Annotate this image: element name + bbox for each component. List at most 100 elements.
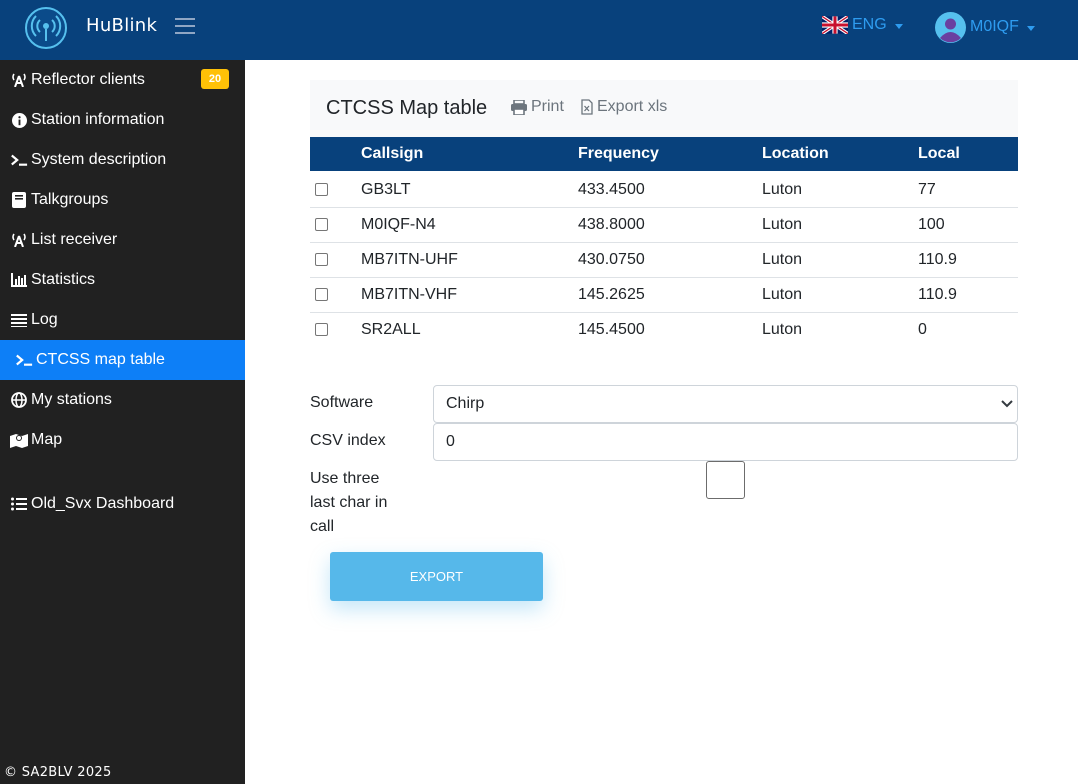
top-navbar: HuBlink ENG M0IQF xyxy=(0,0,1078,60)
cell-location: Luton xyxy=(762,215,803,233)
cell-location: Luton xyxy=(762,250,803,268)
software-label: Software xyxy=(310,394,374,411)
column-header-location[interactable]: Location xyxy=(762,137,918,172)
csv-index-input[interactable]: 0 xyxy=(433,423,1018,461)
sidebar-item-station-information[interactable]: Station information xyxy=(0,100,245,140)
sidebar-item-statistics[interactable]: Statistics xyxy=(0,260,245,300)
export-button[interactable]: EXPORT xyxy=(330,552,543,601)
sidebar-item-label: Log xyxy=(31,311,58,328)
column-header-frequency[interactable]: Frequency xyxy=(578,137,762,172)
table-row: MB7ITN-UHF 430.0750 Luton 110.9 xyxy=(310,242,1018,277)
print-label: Print xyxy=(531,98,564,115)
cell-callsign: M0IQF-N4 xyxy=(361,215,436,233)
sidebar-item-map[interactable]: Map xyxy=(0,420,245,460)
cell-local: 110.9 xyxy=(918,250,957,268)
sidebar-item-my-stations[interactable]: My stations xyxy=(0,380,245,420)
user-dropdown[interactable]: M0IQF xyxy=(935,11,1035,43)
cell-local: 0 xyxy=(918,320,927,338)
language-dropdown[interactable]: ENG xyxy=(822,14,903,36)
cell-callsign: SR2ALL xyxy=(361,320,421,338)
software-select[interactable]: Chirp xyxy=(433,385,1018,423)
row-checkbox[interactable] xyxy=(315,218,328,231)
menu-toggle-icon[interactable] xyxy=(175,18,195,36)
excel-file-icon xyxy=(581,99,593,115)
antenna-icon xyxy=(10,232,28,248)
three-char-label-line1: Use three xyxy=(310,470,380,487)
cell-location: Luton xyxy=(762,180,803,198)
map-icon xyxy=(10,432,28,448)
row-checkbox[interactable] xyxy=(315,323,328,337)
three-char-label-line2: last char in xyxy=(310,494,388,511)
cell-local: 110.9 xyxy=(918,285,957,303)
hublink-logo-icon[interactable] xyxy=(25,7,67,49)
use-three-last-char-checkbox[interactable] xyxy=(706,461,745,499)
book-icon xyxy=(10,192,28,208)
sidebar-item-list-receiver[interactable]: List receiver xyxy=(0,220,245,260)
sidebar-item-label: Station information xyxy=(31,111,165,128)
export-xls-button[interactable]: Export xls xyxy=(581,98,667,116)
table-header-row: Callsign Frequency Location Local xyxy=(310,137,1018,172)
table-row: MB7ITN-VHF 145.2625 Luton 110.9 xyxy=(310,277,1018,312)
user-callsign: M0IQF xyxy=(970,18,1019,35)
table-row: GB3LT 433.4500 Luton 77 xyxy=(310,172,1018,207)
software-selected-value: Chirp xyxy=(446,395,485,412)
cell-frequency: 145.2625 xyxy=(578,285,645,303)
cell-location: Luton xyxy=(762,320,803,338)
select-column-header xyxy=(310,137,361,172)
csv-index-label: CSV index xyxy=(310,432,386,449)
sidebar-item-talkgroups[interactable]: Talkgroups xyxy=(0,180,245,220)
sidebar-item-reflector-clients[interactable]: Reflector clients 20 xyxy=(0,60,245,100)
print-button[interactable]: Print xyxy=(511,98,564,116)
sidebar-item-old-svx-dashboard[interactable]: Old_Svx Dashboard xyxy=(0,484,245,524)
chevron-down-icon xyxy=(894,23,903,29)
globe-icon xyxy=(10,392,28,408)
bar-chart-icon xyxy=(10,272,28,288)
antenna-icon xyxy=(10,72,28,88)
table-row: M0IQF-N4 438.8000 Luton 100 xyxy=(310,207,1018,242)
sidebar-item-label: Reflector clients xyxy=(31,71,145,88)
sidebar-item-label: My stations xyxy=(31,391,112,408)
row-checkbox[interactable] xyxy=(315,253,328,266)
cell-frequency: 145.4500 xyxy=(578,320,645,338)
sidebar-item-system-description[interactable]: System description xyxy=(0,140,245,180)
cell-local: 77 xyxy=(918,180,936,198)
row-checkbox[interactable] xyxy=(315,288,328,301)
cell-location: Luton xyxy=(762,285,803,303)
brand-name[interactable]: HuBlink xyxy=(86,15,157,36)
language-label: ENG xyxy=(852,16,887,33)
sidebar-item-label: Talkgroups xyxy=(31,191,109,208)
info-icon xyxy=(10,112,28,128)
column-header-callsign[interactable]: Callsign xyxy=(361,137,578,172)
client-count-badge: 20 xyxy=(201,69,229,89)
uk-flag-icon xyxy=(822,16,848,34)
sidebar-item-label: List receiver xyxy=(31,231,118,248)
cell-frequency: 433.4500 xyxy=(578,180,645,198)
cell-callsign: MB7ITN-UHF xyxy=(361,250,458,268)
cell-callsign: MB7ITN-VHF xyxy=(361,285,457,303)
three-char-label-line3: call xyxy=(310,518,335,535)
sidebar-item-label: Old_Svx Dashboard xyxy=(31,495,175,512)
cell-frequency: 430.0750 xyxy=(578,250,645,268)
export-xls-label: Export xls xyxy=(597,98,668,115)
sidebar-item-label: System description xyxy=(31,151,167,168)
cell-local: 100 xyxy=(918,215,945,233)
printer-icon xyxy=(511,99,527,115)
ctcss-table: Callsign Frequency Location Local GB3LT … xyxy=(310,137,1018,347)
page-title: CTCSS Map table xyxy=(326,97,488,119)
row-checkbox[interactable] xyxy=(315,183,328,197)
list-icon xyxy=(10,312,28,328)
sidebar-item-label: Map xyxy=(31,431,63,448)
column-header-local[interactable]: Local xyxy=(918,137,1018,172)
avatar-icon xyxy=(935,11,966,43)
terminal-icon xyxy=(15,352,33,368)
terminal-icon xyxy=(10,152,28,168)
card-header: CTCSS Map table Print Export xls xyxy=(310,80,1018,137)
copyright-footer: © SA2BLV 2025 xyxy=(4,765,112,780)
cell-frequency: 438.8000 xyxy=(578,215,645,233)
chevron-down-icon xyxy=(1026,25,1035,31)
sidebar-item-ctcss-map-table[interactable]: CTCSS map table xyxy=(0,340,245,380)
sidebar-item-log[interactable]: Log xyxy=(0,300,245,340)
cell-callsign: GB3LT xyxy=(361,180,411,198)
list-ul-icon xyxy=(10,496,28,512)
sidebar: Reflector clients 20 Station information… xyxy=(0,60,245,784)
